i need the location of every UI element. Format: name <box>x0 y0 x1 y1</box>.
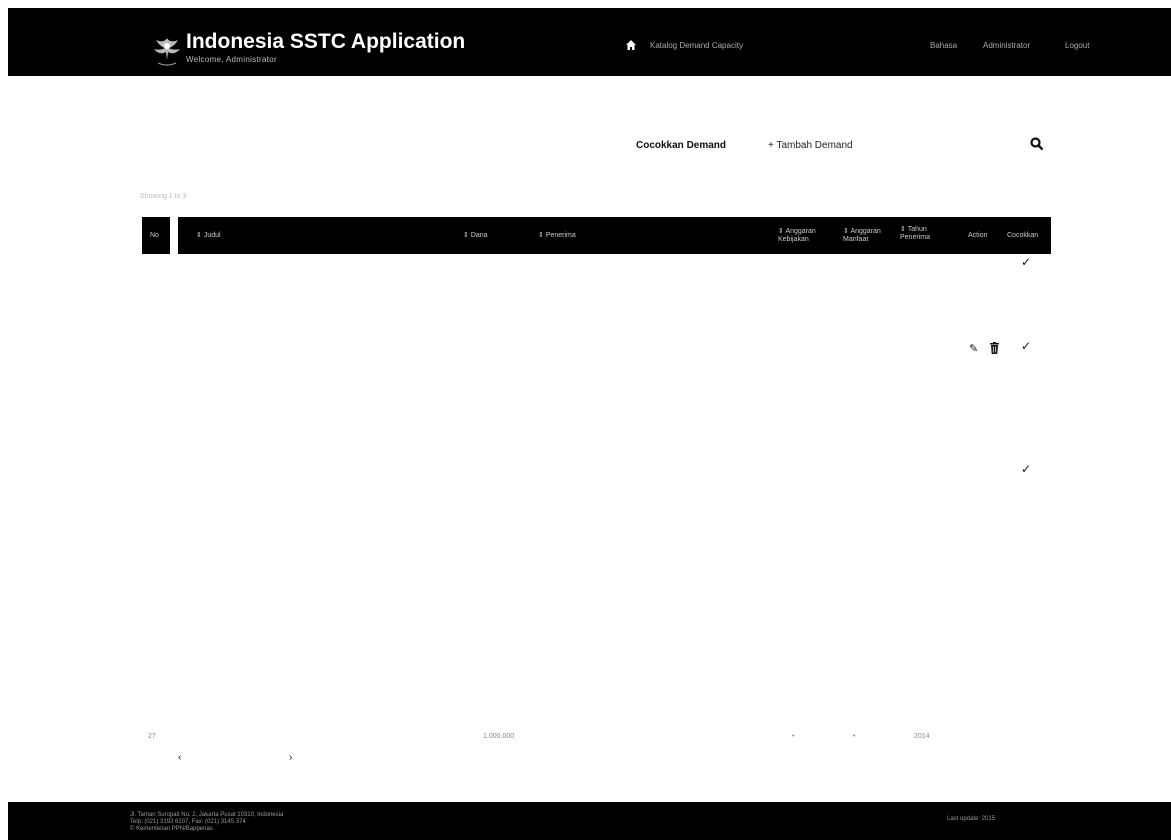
column-tahun-label: Tahun Penerima <box>900 226 930 241</box>
page-footer: Jl. Taman Suropati No. 2, Jakarta Pusat … <box>8 802 1171 840</box>
nav-katalog-link[interactable]: Katalog Demand Capacity <box>650 41 743 50</box>
column-dana-label: Dana <box>470 232 488 239</box>
pager-next-button[interactable]: › <box>289 752 292 763</box>
column-anggaran-kebijakan-header[interactable]: ⇕ Anggaran Kebijakan <box>778 228 830 244</box>
table-header: ⇕ Judul ⇕ Dana ⇕ Penerima ⇕ Anggaran Keb… <box>178 217 1051 254</box>
row-2-delete-icon[interactable] <box>990 342 999 354</box>
app-title: Indonesia SSTC Application <box>186 30 466 53</box>
welcome-text: Welcome, Administrator <box>186 55 277 64</box>
footer-manfaat-value: • <box>853 733 856 740</box>
table-header-no[interactable]: No <box>142 217 170 254</box>
column-anggaran-kebijakan-label: Anggaran Kebijakan <box>778 228 816 243</box>
nav-logout-link[interactable]: Logout <box>1065 41 1089 50</box>
match-demand-link[interactable]: Cocokkan Demand <box>636 140 726 151</box>
row-2-match-check-icon[interactable]: ✓ <box>1021 339 1031 353</box>
column-cocokkan-label: Cocokkan <box>1007 232 1039 239</box>
column-no-label: No <box>150 232 159 239</box>
search-icon[interactable] <box>1030 137 1044 151</box>
home-icon[interactable] <box>626 40 636 50</box>
column-penerima-label: Penerima <box>545 232 576 239</box>
column-dana-header[interactable]: ⇕ Dana <box>463 232 488 240</box>
column-penerima-header[interactable]: ⇕ Penerima <box>538 232 576 240</box>
footer-no-value: 27 <box>148 733 156 740</box>
footer-contact-line: Telp: (021) 3193 6207, Fax: (021) 3145 3… <box>130 819 246 825</box>
top-navbar: Indonesia SSTC Application Welcome, Admi… <box>8 8 1171 76</box>
footer-copyright-line: © Kementerian PPN/Bappenas <box>130 826 213 832</box>
add-demand-link[interactable]: + Tambah Demand <box>768 140 853 151</box>
footer-update-text: Last update: 2015 <box>947 816 996 822</box>
nav-user-link[interactable]: Administrator <box>983 41 1030 50</box>
row-3-match-check-icon[interactable]: ✓ <box>1021 462 1031 476</box>
column-tahun-header[interactable]: ⇕ Tahun Penerima <box>900 226 950 242</box>
row-1-match-check-icon[interactable]: ✓ <box>1021 255 1031 269</box>
column-action-label: Action <box>968 232 988 239</box>
column-judul-header[interactable]: ⇕ Judul <box>196 232 221 240</box>
footer-kebijakan-value: • <box>792 733 795 740</box>
column-anggaran-manfaat-header[interactable]: ⇕ Anggaran Manfaat <box>843 228 891 244</box>
nav-language-link[interactable]: Bahasa <box>930 41 957 50</box>
row-2-edit-icon[interactable]: ✎ <box>969 342 978 355</box>
pager-prev-button[interactable]: ‹ <box>178 752 181 763</box>
footer-tahun-value: 2014 <box>914 733 930 740</box>
footer-address-line: Jl. Taman Suropati No. 2, Jakarta Pusat … <box>130 812 284 818</box>
garuda-logo-icon <box>154 38 180 66</box>
footer-dana-value: 1.000.000 <box>483 733 515 740</box>
column-judul-label: Judul <box>203 232 221 239</box>
column-anggaran-manfaat-label: Anggaran Manfaat <box>843 228 881 243</box>
list-info-text: Showing 1 to 3 <box>140 193 187 200</box>
